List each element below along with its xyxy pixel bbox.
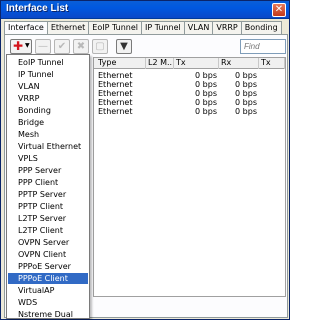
menu-item-wds[interactable]: WDS [8,297,88,308]
window-title: Interface List [6,3,69,14]
cell-type: Ethernet [98,71,133,80]
column-tx-2[interactable]: Tx [259,58,285,69]
table-header: Type L2 M... Tx Rx Tx [94,58,285,69]
column-rx[interactable]: Rx [219,58,259,69]
minus-icon: — [38,41,48,52]
menu-item-virtual-ethernet[interactable]: Virtual Ethernet [8,141,88,152]
menu-item-bridge[interactable]: Bridge [8,117,88,128]
title-bar[interactable]: Interface List ✕ [1,1,289,19]
cell-tx: 0 bps [195,98,217,107]
interface-list-window: Interface List ✕ Interface Ethernet EoIP… [0,0,290,320]
menu-item-eoip-tunnel[interactable]: EoIP Tunnel [8,57,88,68]
check-icon: ✔ [57,41,67,52]
cell-tx: 0 bps [195,107,217,116]
cell-rx: 0 bps [235,107,257,116]
menu-item-ovpn-client[interactable]: OVPN Client [8,249,88,260]
tab-interface[interactable]: Interface [4,21,48,35]
close-icon: ✕ [274,4,284,15]
menu-item-nstreme-dual[interactable]: Nstreme Dual [8,309,88,320]
cell-tx: 0 bps [195,71,217,80]
interface-table: Type L2 M... Tx Rx Tx Ethernet 0 bps 0 b… [93,57,286,297]
menu-item-virtualap[interactable]: VirtualAP [8,285,88,296]
cell-rx: 0 bps [235,71,257,80]
menu-item-ppp-client[interactable]: PPP Client [8,177,88,188]
menu-item-bonding[interactable]: Bonding [8,105,88,116]
add-button[interactable]: ✚ ▼ [10,39,32,54]
cell-type: Ethernet [98,98,133,107]
x-icon: ✖ [76,41,86,52]
close-button[interactable]: ✕ [272,3,286,17]
tab-ip-tunnel[interactable]: IP Tunnel [141,21,185,34]
column-l2mtu[interactable]: L2 M... [146,58,174,69]
column-tx[interactable]: Tx [174,58,219,69]
menu-item-pptp-client[interactable]: PPTP Client [8,201,88,212]
chevron-down-icon: ▼ [25,42,30,49]
tab-strip: Interface Ethernet EoIP Tunnel IP Tunnel… [4,21,288,35]
table-row[interactable]: Ethernet 0 bps 0 bps [94,80,285,89]
column-type[interactable]: Type [96,58,146,69]
filter-icon: ▼ [120,41,128,52]
menu-item-pppoe-client[interactable]: PPPoE Client [8,273,88,284]
menu-item-l2tp-server[interactable]: L2TP Server [8,213,88,224]
cell-type: Ethernet [98,107,133,116]
menu-item-mesh[interactable]: Mesh [8,129,88,140]
find-input[interactable] [240,39,286,54]
comment-icon: ▢ [95,41,105,52]
cell-tx: 0 bps [195,89,217,98]
tab-eoip-tunnel[interactable]: EoIP Tunnel [88,21,142,34]
disable-button[interactable]: ✖ [73,39,89,54]
cell-rx: 0 bps [235,98,257,107]
menu-item-l2tp-client[interactable]: L2TP Client [8,225,88,236]
cell-type: Ethernet [98,89,133,98]
plus-icon: ✚ [13,39,24,53]
table-row[interactable]: Ethernet 0 bps 0 bps [94,89,285,98]
add-interface-menu: EoIP Tunnel IP Tunnel VLAN VRRP Bonding … [6,54,90,319]
cell-rx: 0 bps [235,80,257,89]
comment-button[interactable]: ▢ [92,39,108,54]
menu-item-ppp-server[interactable]: PPP Server [8,165,88,176]
menu-item-ip-tunnel[interactable]: IP Tunnel [8,69,88,80]
menu-item-pptp-server[interactable]: PPTP Server [8,189,88,200]
remove-button[interactable]: — [35,39,51,54]
cell-type: Ethernet [98,80,133,89]
enable-button[interactable]: ✔ [54,39,70,54]
table-row[interactable]: Ethernet 0 bps 0 bps [94,71,285,80]
menu-item-pppoe-server[interactable]: PPPoE Server [8,261,88,272]
table-row[interactable]: Ethernet 0 bps 0 bps [94,107,285,116]
menu-item-ovpn-server[interactable]: OVPN Server [8,237,88,248]
tab-vrrp[interactable]: VRRP [212,21,242,34]
tab-bonding[interactable]: Bonding [240,21,282,34]
menu-item-vlan[interactable]: VLAN [8,81,88,92]
tab-ethernet[interactable]: Ethernet [46,21,90,34]
filter-button[interactable]: ▼ [116,39,132,54]
tab-vlan[interactable]: VLAN [183,21,214,34]
cell-rx: 0 bps [235,89,257,98]
menu-item-vpls[interactable]: VPLS [8,153,88,164]
cell-tx: 0 bps [195,80,217,89]
menu-item-vrrp[interactable]: VRRP [8,93,88,104]
table-row[interactable]: Ethernet 0 bps 0 bps [94,98,285,107]
